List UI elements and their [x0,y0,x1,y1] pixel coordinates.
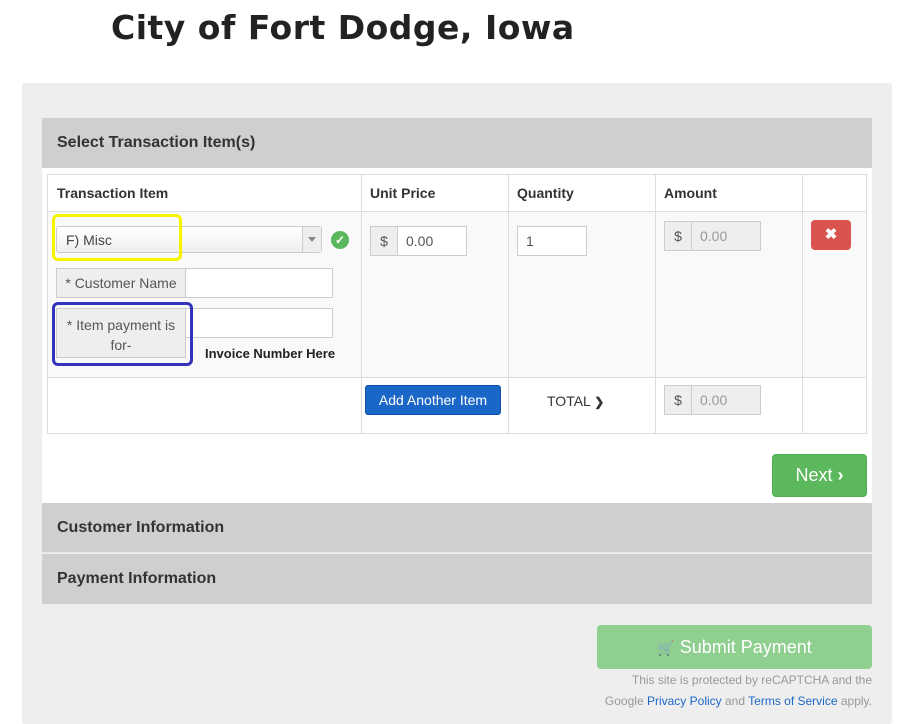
column-header-quantity: Quantity [517,185,574,201]
amount-input: 0.00 [691,221,761,251]
column-header-unit-price: Unit Price [370,185,436,201]
row-divider [48,377,866,378]
page-title: City of Fort Dodge, Iowa [111,8,575,47]
chevron-right-icon: ❯ [594,395,605,409]
remove-item-button[interactable]: ✖ [811,220,851,250]
privacy-policy-link[interactable]: Privacy Policy [647,694,722,708]
recaptcha-prefix: Google [604,694,644,708]
quantity-input[interactable]: 1 [517,226,587,256]
terms-of-service-link[interactable]: Terms of Service [748,694,837,708]
customer-name-label: * Customer Name [56,268,186,298]
column-divider [508,175,509,433]
amount-currency: $ [664,221,692,251]
blue-highlight-annotation [52,302,193,366]
unit-price-input[interactable]: 0.00 [397,226,467,256]
recaptcha-and: and [725,694,746,708]
payment-for-input[interactable] [185,308,333,338]
header-divider [48,211,866,212]
add-another-item-button[interactable]: Add Another Item [365,385,501,415]
recaptcha-notice-line1: This site is protected by reCAPTCHA and … [631,673,872,687]
column-header-item: Transaction Item [57,185,169,201]
transaction-table: Transaction Item Unit Price Quantity Amo… [47,174,867,434]
total-label: TOTAL ❯ [547,393,604,409]
total-currency: $ [664,385,692,415]
column-header-amount: Amount [664,185,717,201]
recaptcha-notice-line2: Google Privacy Policy and Terms of Servi… [605,694,872,708]
close-icon: ✖ [824,226,838,243]
total-input: 0.00 [691,385,761,415]
submit-label: Submit Payment [679,637,812,657]
section-header-customer-info[interactable]: Customer Information [42,503,872,553]
column-divider [655,175,656,433]
total-text: TOTAL [547,393,591,409]
next-button[interactable]: Next › [772,454,867,497]
next-label: Next [795,465,833,485]
column-divider [802,175,803,433]
recaptcha-suffix: apply. [840,694,872,708]
submit-payment-button[interactable]: 🛒 Submit Payment [597,625,872,669]
invoice-number-hint: Invoice Number Here [205,346,336,361]
select-arrow-box [302,227,321,252]
chevron-right-icon: › [837,465,844,485]
section-header-payment-info[interactable]: Payment Information [42,554,872,604]
customer-name-input[interactable] [185,268,333,298]
valid-check-icon: ✓ [331,231,349,249]
cart-icon: 🛒 [657,640,675,656]
unit-price-currency: $ [370,226,398,256]
column-divider [361,175,362,433]
yellow-highlight-annotation [52,214,182,261]
chevron-down-icon [308,237,316,242]
section-header-select-items[interactable]: Select Transaction Item(s) [42,118,872,168]
